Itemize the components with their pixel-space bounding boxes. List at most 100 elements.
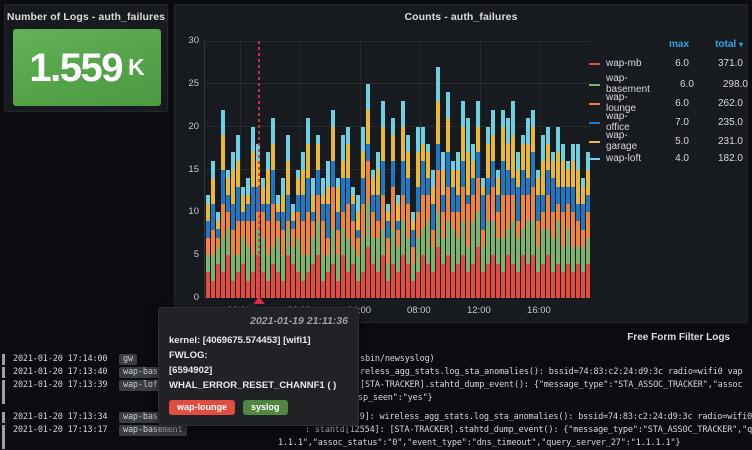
bar-segment-wap-mb (481, 272, 485, 298)
legend-item-wap-garage[interactable]: wap-garage5.0231.0 (589, 130, 743, 149)
stat-value-box: 1.559 K (13, 29, 161, 106)
bar-segment-wap-mb (311, 264, 315, 298)
bar-segment-wap-loft (216, 212, 220, 221)
stacked-bar (511, 101, 515, 298)
bar-segment-wap-lounge (496, 212, 500, 238)
bar-segment-wap-loft (501, 110, 505, 127)
bar-segment-wap-office (211, 204, 215, 230)
bar-segment-wap-basement (391, 229, 395, 263)
bar-segment-wap-office (441, 195, 445, 212)
bar-segment-wap-mb (536, 272, 540, 298)
bar-segment-wap-lounge (536, 221, 540, 247)
log-row[interactable]: 2021-01-20 17:14:00gwsbin/newsyslog) (0, 353, 752, 366)
graph-plot[interactable] (204, 41, 590, 298)
log-row[interactable]: 2021-01-20 17:13:17wap-basement: stahtd[… (0, 424, 752, 450)
bar-segment-wap-lounge (381, 195, 385, 229)
bar-segment-wap-loft (491, 110, 495, 136)
bar-segment-wap-mb (561, 272, 565, 298)
bar-segment-wap-lounge (281, 230, 285, 256)
legend-sort-max[interactable]: max (645, 39, 689, 50)
bar-segment-wap-office (431, 204, 435, 230)
stacked-bar (211, 161, 215, 298)
bar-segment-wap-office (326, 204, 330, 238)
bar-segment-wap-garage (316, 144, 320, 170)
bar-segment-wap-mb (271, 264, 275, 298)
bar-segment-wap-lounge (261, 212, 265, 238)
stacked-bar (396, 195, 400, 298)
log-level-bar (2, 425, 5, 449)
bar-segment-wap-mb (261, 272, 265, 298)
bar-segment-wap-office (356, 230, 360, 239)
bar-segment-wap-office (511, 178, 515, 195)
stacked-bar (421, 127, 425, 298)
bar-segment-wap-basement (436, 212, 440, 246)
bar-segment-wap-basement (226, 229, 230, 255)
bar-segment-wap-office (421, 161, 425, 195)
log-row[interactable]: 2021-01-20 17:13:39wap-loft[STA-TRACKER]… (0, 379, 752, 405)
stacked-bar (536, 170, 540, 298)
stacked-bar (551, 152, 555, 298)
bar-segment-wap-lounge (566, 204, 570, 230)
bar-segment-wap-basement (221, 238, 225, 272)
bar-segment-wap-mb (361, 272, 365, 298)
bar-segment-wap-basement (476, 212, 480, 246)
legend-item-wap-office[interactable]: wap-office7.0235.0 (589, 111, 743, 130)
stacked-bar (361, 127, 365, 298)
bar-segment-wap-garage (581, 187, 585, 204)
stacked-bar (366, 84, 370, 298)
stacked-bar (481, 178, 485, 298)
bar-segment-wap-loft (446, 92, 450, 118)
bar-segment-wap-basement (401, 221, 405, 255)
legend-series-total: 262.0 (689, 98, 743, 109)
bar-segment-wap-garage (281, 195, 285, 212)
bar-segment-wap-garage (576, 170, 580, 204)
log-row[interactable]: 2021-01-20 17:13:40wap-basementreless_ag… (0, 366, 752, 379)
bar-segment-wap-lounge (301, 221, 305, 255)
bar-segment-wap-office (411, 230, 415, 247)
bar-segment-wap-mb (286, 255, 290, 298)
stacked-bar (571, 144, 575, 298)
bar-segment-wap-basement (291, 247, 295, 264)
bar-segment-wap-mb (281, 281, 285, 298)
log-row[interactable]: 2021-01-20 17:13:34wap-basement: mcad[12… (0, 411, 752, 424)
bar-segment-wap-mb (501, 272, 505, 298)
bar-segment-wap-mb (406, 264, 410, 298)
bar-segment-wap-garage (411, 221, 415, 230)
stacked-bar (226, 170, 230, 298)
legend-sort-total[interactable]: total ▾ (689, 39, 743, 50)
bar-segment-wap-office (466, 195, 470, 204)
bar-segment-wap-basement (471, 221, 475, 264)
log-message-fragment: reless_agg_stats.log_sta_anomalies(): bs… (360, 366, 743, 379)
bar-segment-wap-basement (326, 255, 330, 272)
bar-segment-wap-basement (371, 238, 375, 264)
bar-segment-wap-loft (471, 144, 475, 161)
stacked-bar (506, 118, 510, 298)
bar-segment-wap-lounge (546, 195, 550, 229)
bar-segment-wap-office (361, 178, 365, 204)
bar-segment-wap-loft (421, 127, 425, 144)
legend-item-wap-mb[interactable]: wap-mb6.0371.0 (589, 54, 743, 73)
legend-item-wap-lounge[interactable]: wap-lounge6.0262.0 (589, 92, 743, 111)
bar-segment-wap-loft (346, 127, 350, 144)
bar-segment-wap-garage (451, 170, 455, 187)
bar-segment-wap-lounge (441, 212, 445, 238)
stat-value: 1.559 (29, 48, 122, 88)
bar-segment-wap-office (406, 178, 410, 204)
log-host-badge: gw (119, 354, 137, 365)
bar-segment-wap-lounge (526, 195, 530, 221)
legend-series-total: 231.0 (689, 136, 743, 147)
stacked-bar (291, 204, 295, 298)
stacked-bar (456, 152, 460, 298)
bar-segment-wap-garage (476, 127, 480, 153)
stacked-bar (411, 212, 415, 298)
bar-segment-wap-garage (251, 152, 255, 186)
legend-item-wap-basement[interactable]: wap-basement6.0298.0 (589, 73, 743, 92)
bar-segment-wap-garage (296, 178, 300, 195)
bar-segment-wap-garage (376, 170, 380, 196)
bar-segment-wap-lounge (221, 204, 225, 238)
bar-segment-wap-office (581, 204, 585, 230)
bar-segment-wap-lounge (321, 221, 325, 255)
bar-segment-wap-basement (266, 255, 270, 281)
bar-segment-wap-loft (276, 195, 280, 204)
bar-segment-wap-garage (391, 135, 395, 161)
